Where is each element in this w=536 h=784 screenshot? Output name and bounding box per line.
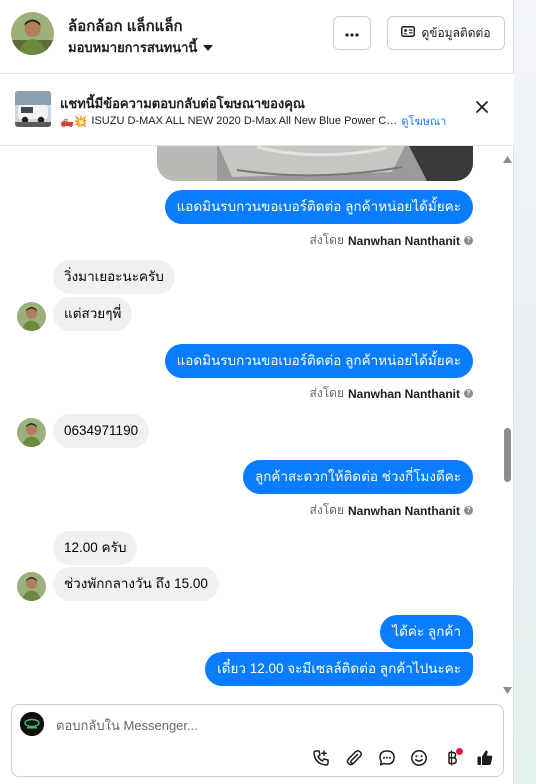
scrollbar-thumb[interactable] bbox=[504, 428, 511, 482]
outgoing-message[interactable]: แอดมินรบกวนขอเบอร์ติดต่อ ลูกค้าหน่อยได้ม… bbox=[164, 344, 473, 378]
sent-by-prefix: ส่งโดย bbox=[309, 233, 344, 247]
attach-icon bbox=[345, 749, 363, 772]
view-ad-link[interactable]: ดูโฆษณา bbox=[401, 112, 446, 130]
page-background bbox=[514, 0, 536, 784]
sent-by-note: ส่งโดย Nanwhan Nanthanit ? bbox=[310, 501, 473, 520]
more-options-button[interactable] bbox=[333, 16, 371, 50]
sent-by-prefix: ส่งโดย bbox=[309, 386, 344, 400]
page-avatar bbox=[20, 712, 44, 736]
outgoing-message[interactable]: เดี๋ยว 12.00 จะมีเซลล์ติดต่อ ลูกค้าไปนะค… bbox=[205, 652, 473, 686]
more-icon bbox=[345, 24, 359, 42]
help-icon[interactable]: ? bbox=[464, 389, 473, 398]
ad-banner-title: แชทนี้มีข้อความตอบกลับต่อโฆษณาของคุณ bbox=[60, 96, 305, 111]
like-button[interactable] bbox=[473, 748, 497, 772]
outgoing-message[interactable]: ได้ค่ะ ลูกค้า bbox=[380, 615, 473, 649]
incoming-message[interactable]: แต่สวยๆพี่ bbox=[53, 297, 133, 331]
payment-button[interactable] bbox=[440, 748, 464, 772]
emoji-icon bbox=[410, 749, 428, 772]
help-icon[interactable]: ? bbox=[464, 506, 473, 515]
car-photo-attachment[interactable] bbox=[157, 146, 473, 181]
contact-info-button[interactable]: ดูข้อมูลติดต่อ bbox=[387, 16, 505, 50]
sent-by-prefix: ส่งโดย bbox=[309, 503, 344, 517]
close-icon bbox=[476, 100, 488, 118]
incoming-message[interactable]: วิ่งมาเยอะนะครับ bbox=[53, 260, 175, 294]
incoming-message[interactable]: 12.00 ครับ bbox=[53, 531, 138, 565]
outgoing-message[interactable]: แอดมินรบกวนขอเบอร์ติดต่อ ลูกค้าหน่อยได้ม… bbox=[164, 190, 473, 224]
contact-avatar-small bbox=[17, 572, 46, 601]
scroll-down-arrow[interactable] bbox=[503, 681, 512, 699]
like-icon bbox=[476, 749, 494, 772]
message-thread[interactable]: แอดมินรบกวนขอเบอร์ติดต่อ ลูกค้าหน่อยได้ม… bbox=[0, 146, 500, 688]
scroll-up-arrow[interactable] bbox=[503, 150, 512, 168]
caret-down-icon bbox=[203, 40, 214, 55]
contact-avatar[interactable] bbox=[11, 12, 54, 55]
notification-dot bbox=[456, 748, 463, 755]
call-button[interactable] bbox=[309, 748, 333, 772]
sent-by-note: ส่งโดย Nanwhan Nanthanit ? bbox=[310, 384, 473, 403]
contact-info-label: ดูข้อมูลติดต่อ bbox=[421, 25, 491, 40]
ad-reply-banner: แชทนี้มีข้อความตอบกลับต่อโฆษณาของคุณ 🛻💥 … bbox=[0, 74, 514, 146]
ad-emojis: 🛻💥 bbox=[60, 115, 88, 128]
outgoing-message[interactable]: ลูกค้าสะดวกให้ติดต่อ ช่วงกี่โมงดีคะ bbox=[242, 460, 473, 494]
sent-by-note: ส่งโดย Nanwhan Nanthanit ? bbox=[310, 231, 473, 250]
emoji-button[interactable] bbox=[407, 748, 431, 772]
call-icon bbox=[312, 749, 330, 772]
ad-banner-subtitle: 🛻💥 ISUZU D-MAX ALL NEW 2020 D-Max All Ne… bbox=[60, 112, 450, 130]
conversation-panel: ล้อกล้อก แล็กแล็ก มอบหมายการสนทนานี้ ดูข… bbox=[0, 0, 514, 784]
reply-input[interactable] bbox=[56, 714, 436, 736]
contact-avatar-small bbox=[17, 418, 46, 447]
contact-card-icon bbox=[401, 26, 416, 40]
incoming-message[interactable]: 0634971190 bbox=[53, 414, 150, 448]
sender-name: Nanwhan Nanthanit bbox=[347, 233, 460, 248]
ad-thumbnail[interactable] bbox=[15, 91, 51, 127]
contact-avatar-small bbox=[17, 302, 46, 331]
sender-name: Nanwhan Nanthanit bbox=[347, 503, 460, 518]
attach-button[interactable] bbox=[342, 748, 366, 772]
help-icon[interactable]: ? bbox=[464, 236, 473, 245]
saved-reply-button[interactable] bbox=[375, 748, 399, 772]
conversation-header: ล้อกล้อก แล็กแล็ก มอบหมายการสนทนานี้ ดูข… bbox=[0, 0, 514, 74]
contact-name[interactable]: ล้อกล้อก แล็กแล็ก bbox=[68, 14, 183, 38]
close-banner-button[interactable] bbox=[472, 99, 492, 119]
saved-reply-icon bbox=[378, 749, 396, 772]
reply-composer bbox=[11, 704, 504, 777]
assign-label: มอบหมายการสนทนานี้ bbox=[68, 40, 198, 55]
sender-name: Nanwhan Nanthanit bbox=[347, 386, 460, 401]
ad-description: ISUZU D-MAX ALL NEW 2020 D-Max All New B… bbox=[91, 115, 398, 127]
assign-conversation-dropdown[interactable]: มอบหมายการสนทนานี้ bbox=[68, 37, 214, 58]
incoming-message[interactable]: ช่วงพักกลางวัน ถึง 15.00 bbox=[53, 567, 219, 601]
